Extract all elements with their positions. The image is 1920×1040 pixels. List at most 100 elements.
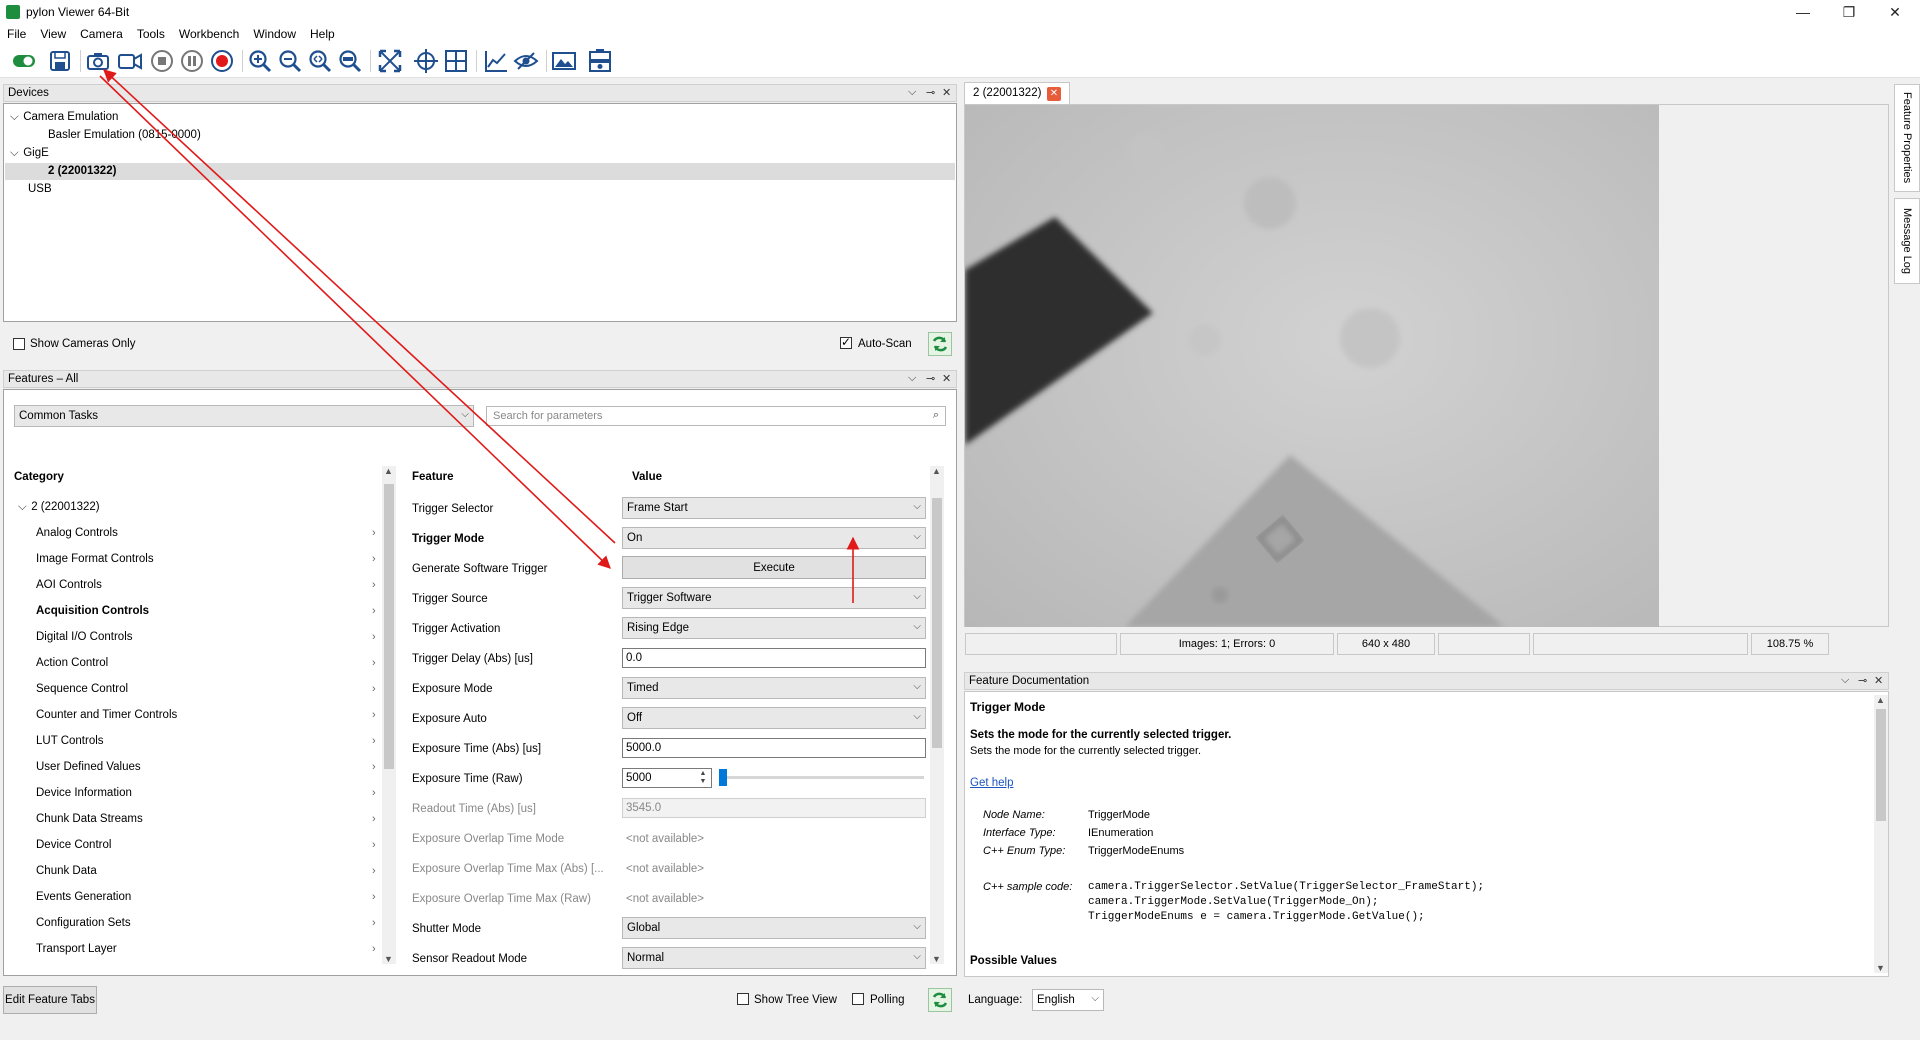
menu-tools[interactable]: Tools [130,24,172,44]
trigger-selector-combo[interactable]: Frame Start ⌵ [622,497,926,519]
doc-scrollbar[interactable]: ▲ ▼ [1874,695,1888,973]
close-icon[interactable]: ✕ [1874,674,1883,687]
grid-overlay-icon[interactable] [442,47,470,75]
close-icon[interactable]: ✕ [942,372,951,385]
chevron-down-icon[interactable]: ⌵ [1841,674,1849,687]
chevron-down-icon[interactable]: ⌵ [908,86,916,99]
exposure-auto-combo[interactable]: Off ⌵ [622,707,926,729]
fit-window-icon[interactable] [376,47,404,75]
zoom-in-icon[interactable] [246,47,274,75]
pin-icon[interactable]: ⊸ [1858,674,1867,687]
parameter-search-input[interactable]: Search for parameters ⌕ [486,406,946,426]
menu-file[interactable]: File [0,24,33,44]
category-digital-io-controls[interactable]: Digital I/O Controls [36,631,133,643]
tree-item-usb[interactable]: USB [28,183,52,195]
shutter-mode-combo[interactable]: Global ⌵ [622,917,926,939]
doc-scrollbar-thumb[interactable] [1876,709,1886,821]
category-analog-controls[interactable]: Analog Controls [36,527,118,539]
chevron-down-icon[interactable]: ▼ [1876,963,1885,973]
pin-icon[interactable]: ⊸ [926,372,935,385]
chevron-up-icon[interactable]: ▲ [932,466,941,476]
chevron-down-icon[interactable]: ⌵ [908,372,916,385]
category-configuration-sets[interactable]: Configuration Sets [36,917,131,929]
chevron-down-icon[interactable]: ⌵ [10,111,20,124]
exposure-time-abs-field[interactable]: 5000.0 [622,738,926,758]
spin-arrows-icon[interactable]: ▲ ▼ [697,770,709,786]
chevron-up-icon[interactable]: ▲ [1876,695,1885,705]
polling-checkbox[interactable] [852,993,864,1005]
menu-camera[interactable]: Camera [73,24,130,44]
minimize-button[interactable]: — [1780,0,1826,24]
image-viewport[interactable] [964,104,1889,627]
close-tab-icon[interactable]: ✕ [1047,87,1061,101]
tree-item-gige[interactable]: ⌵ GigE [10,147,49,160]
category-transport-layer[interactable]: Transport Layer [36,943,117,955]
category-chunk-data-streams[interactable]: Chunk Data Streams [36,813,143,825]
exposure-time-slider-handle[interactable] [719,769,727,786]
exposure-mode-combo[interactable]: Timed ⌵ [622,677,926,699]
histogram-icon[interactable] [482,47,510,75]
side-tab-feature-properties[interactable]: Feature Properties [1894,84,1920,192]
language-combo[interactable]: English ⌵ [1032,989,1104,1011]
zoom-fit-icon[interactable] [306,47,334,75]
trigger-source-combo[interactable]: Trigger Software ⌵ [622,587,926,609]
feature-scrollbar-thumb[interactable] [932,498,942,748]
tree-item-camera-emulation[interactable]: ⌵ Camera Emulation [10,111,118,124]
chevron-down-icon[interactable]: ⌵ [10,147,20,160]
save-icon[interactable] [46,47,74,75]
close-window-button[interactable]: ✕ [1872,0,1918,24]
side-tab-message-log[interactable]: Message Log [1894,198,1920,284]
common-tasks-combo[interactable]: Common Tasks ⌵ [14,405,474,427]
sensor-readout-mode-combo[interactable]: Normal ⌵ [622,947,926,969]
center-crosshair-icon[interactable] [412,47,440,75]
menu-window[interactable]: Window [246,24,303,44]
category-scrollbar[interactable]: ▲ ▼ [382,466,396,964]
close-icon[interactable]: ✕ [942,86,951,99]
feature-scrollbar[interactable]: ▲ ▼ [930,466,944,964]
category-events-generation[interactable]: Events Generation [36,891,131,903]
auto-scan-checkbox[interactable] [840,335,852,349]
stop-icon[interactable] [148,47,176,75]
tree-item-basler-emulation[interactable]: Basler Emulation (0815-0000) [48,129,201,141]
refresh-devices-button[interactable] [928,332,952,356]
pixel-inspector-icon[interactable] [512,47,540,75]
show-cameras-only-checkbox[interactable] [13,338,25,350]
category-chunk-data[interactable]: Chunk Data [36,865,97,877]
restore-button[interactable]: ❐ [1826,0,1872,24]
zoom-100-icon[interactable] [336,47,364,75]
category-scrollbar-thumb[interactable] [384,484,394,769]
edit-feature-tabs-button[interactable]: Edit Feature Tabs [3,986,97,1014]
single-shot-camera-icon[interactable] [84,47,112,75]
menu-workbench[interactable]: Workbench [172,24,246,44]
tree-item-camera-22001322[interactable]: 2 (22001322) [48,165,116,177]
category-acquisition-controls[interactable]: Acquisition Controls [36,605,149,617]
category-action-control[interactable]: Action Control [36,657,108,669]
category-sequence-control[interactable]: Sequence Control [36,683,128,695]
image-display-icon[interactable] [550,47,578,75]
record-icon[interactable] [208,47,236,75]
trigger-mode-combo[interactable]: On ⌵ [622,527,926,549]
execute-software-trigger-button[interactable]: Execute [622,556,926,579]
menu-view[interactable]: View [33,24,73,44]
category-counter-timer-controls[interactable]: Counter and Timer Controls [36,709,177,721]
connect-toggle-icon[interactable] [10,47,38,75]
exposure-time-slider-track[interactable] [722,776,924,779]
stacked-camera-icon[interactable] [586,47,614,75]
category-lut-controls[interactable]: LUT Controls [36,735,104,747]
show-tree-view-checkbox[interactable] [737,993,749,1005]
pause-icon[interactable] [178,47,206,75]
continuous-video-icon[interactable] [116,47,144,75]
chevron-down-icon[interactable]: ▼ [384,954,393,964]
menu-help[interactable]: Help [303,24,342,44]
category-device-control[interactable]: Device Control [36,839,111,851]
image-tab[interactable]: 2 (22001322) ✕ [964,82,1070,104]
chevron-down-icon[interactable]: ▼ [932,954,941,964]
category-user-defined-values[interactable]: User Defined Values [36,761,141,773]
refresh-features-button[interactable] [928,988,952,1012]
category-device-information[interactable]: Device Information [36,787,132,799]
trigger-activation-combo[interactable]: Rising Edge ⌵ [622,617,926,639]
chevron-up-icon[interactable]: ▲ [384,466,393,476]
trigger-delay-field[interactable]: 0.0 [622,648,926,668]
category-image-format-controls[interactable]: Image Format Controls [36,553,154,565]
pin-icon[interactable]: ⊸ [926,86,935,99]
